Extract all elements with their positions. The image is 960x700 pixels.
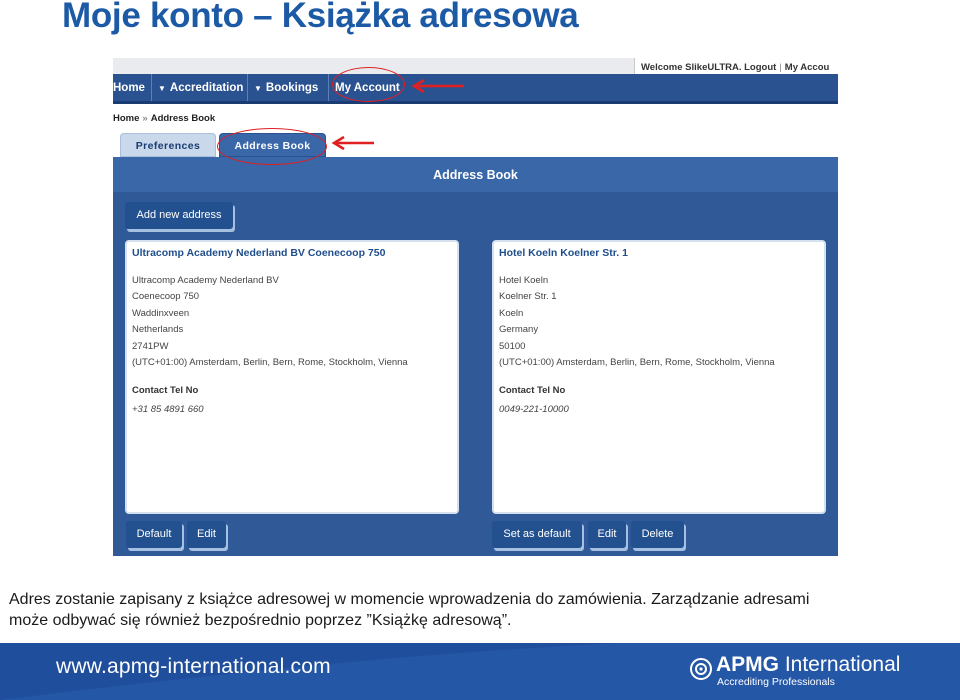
breadcrumb-current: Address Book [150, 113, 216, 124]
nav-accreditation-label: Accreditation [169, 82, 244, 94]
address-line: Netherlands [132, 324, 184, 336]
highlight-circle [217, 128, 327, 165]
nav-item-accreditation[interactable]: ▼ Accreditation [153, 74, 248, 101]
address-line: Waddinxveen [132, 307, 190, 319]
logo-tagline: Accrediting Professionals [717, 676, 835, 688]
contact-label: Contact Tel No [132, 385, 199, 397]
address-line: 50100 [499, 340, 526, 352]
app-screenshot: Welcome SlikeULTRA. Logout | My Accou Home… [113, 58, 838, 556]
breadcrumb-home[interactable]: Home [113, 113, 139, 124]
breadcrumb: Home» Address Book [113, 113, 215, 124]
caption-line: Adres zostanie zapisany z książce adreso… [9, 591, 810, 608]
caret-down-icon: ▼ [158, 84, 166, 93]
set-as-default-button[interactable]: Set as default [492, 521, 582, 548]
tab-preferences[interactable]: Preferences [120, 133, 216, 157]
caption-line: może odbywać się również bezpośrednio po… [9, 612, 512, 629]
address-line: (UTC+01:00) Amsterdam, Berlin, Bern, Rom… [132, 357, 408, 369]
address-line: 2741PW [132, 340, 169, 352]
contact-tel: 0049-221-10000 [499, 404, 569, 416]
slide-title: Moje konto – Książka adresowa [62, 0, 579, 35]
nav-item-home[interactable]: Home [113, 74, 152, 101]
address-line: Koeln [499, 307, 524, 319]
address-line: Germany [499, 324, 539, 336]
default-button[interactable]: Default [126, 521, 182, 548]
contact-tel: +31 85 4891 660 [132, 404, 204, 416]
delete-button[interactable]: Delete [631, 521, 684, 548]
logout-link[interactable]: Logout [744, 62, 776, 73]
welcome-text: Welcome SlikeULTRA. [641, 62, 742, 73]
main-nav: Home ▼ Accreditation ▼ Bookings My Account [113, 74, 838, 104]
address-line: (UTC+01:00) Amsterdam, Berlin, Bern, Rom… [499, 357, 775, 369]
address-title: Hotel Koeln Koelner Str. 1 [499, 247, 628, 259]
add-new-address-button[interactable]: Add new address [125, 202, 233, 229]
address-line: Ultracomp Academy Nederland BV [132, 275, 279, 286]
address-title: Ultracomp Academy Nederland BV Coenecoop… [132, 247, 386, 259]
apmg-logo-icon [690, 658, 712, 680]
panel-title: Address Book [113, 157, 838, 192]
logo-bold: APMG [716, 653, 779, 676]
address-line: Koelner Str. 1 [499, 291, 557, 303]
footer: www.apmg-international.com APMG Internat… [0, 643, 960, 700]
caret-down-icon: ▼ [254, 84, 262, 93]
address-card: Ultracomp Academy Nederland BV Coenecoop… [125, 240, 459, 514]
address-line: Hotel Koeln [499, 275, 549, 286]
highlight-circle [332, 67, 405, 102]
nav-item-bookings[interactable]: ▼ Bookings [249, 74, 329, 101]
nav-home-label: Home [113, 82, 145, 94]
logo-rest: International [779, 653, 901, 676]
red-arrow-icon [411, 78, 464, 94]
separator: | [779, 62, 782, 73]
my-account-link[interactable]: My Accou [785, 62, 830, 73]
apmg-logo: APMG International Accrediting Professio… [716, 653, 900, 689]
edit-button[interactable]: Edit [187, 521, 226, 548]
contact-label: Contact Tel No [499, 385, 566, 397]
breadcrumb-chevron-icon: » [142, 113, 148, 124]
nav-bookings-label: Bookings [265, 82, 319, 94]
footer-url[interactable]: www.apmg-international.com [56, 655, 331, 679]
address-card: Hotel Koeln Koelner Str. 1 Hotel Koeln K… [492, 240, 826, 514]
red-arrow-icon [331, 135, 374, 151]
address-line: Coenecoop 750 [132, 291, 200, 303]
caption: Adres zostanie zapisany z książce adreso… [9, 589, 959, 631]
edit-button[interactable]: Edit [588, 521, 626, 548]
